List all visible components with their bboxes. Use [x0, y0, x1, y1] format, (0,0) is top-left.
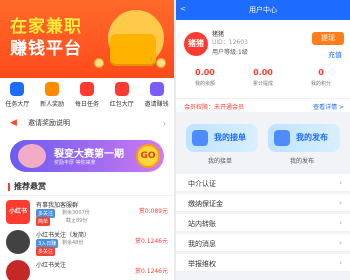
chevron-right-icon: › [162, 119, 166, 128]
menu-row[interactable]: 缴纳保证金 › [176, 194, 350, 212]
speaker-icon: ◀ [10, 118, 17, 128]
user-level: 用户等级:1级 [212, 49, 248, 56]
my-posts-card[interactable]: 我的发布 [268, 124, 340, 152]
nav-redpacket-hall[interactable]: 红包大厅 [107, 82, 137, 110]
chevron-right-icon: › [338, 178, 342, 187]
membership-status: 会员权限：未开通会员 [184, 104, 245, 111]
stat-value: 0 [318, 68, 324, 77]
nav-newbie-reward[interactable]: 新人奖励 [37, 82, 67, 110]
nav-label: 红包大厅 [109, 101, 134, 108]
red-packet-icon [114, 82, 129, 96]
orders-icon [192, 130, 208, 146]
task-price: 赏0.1246元 [135, 268, 168, 275]
menu-label: 站内转账 [188, 220, 216, 228]
task-hall-icon [10, 82, 25, 96]
avatar[interactable]: 猪猪 [184, 32, 208, 56]
gift-icon [45, 82, 60, 96]
menu-label: 中介认证 [188, 180, 216, 188]
task-price: 赏0.089元 [138, 208, 168, 215]
menu-row[interactable]: 中介认证 › [176, 174, 350, 192]
task-item[interactable]: 小红书关注（发简） 3入日赚 剩余48份 多关注 赏0.1246元 [0, 228, 174, 256]
task-price: 赏0.1246元 [135, 238, 168, 245]
banner-box-decoration [110, 34, 156, 64]
nav-daily-task[interactable]: 每日任务 [72, 82, 102, 110]
nav-label: 任务大厅 [5, 101, 30, 108]
promo-banner[interactable]: 裂变大赛第一期 奖励丰厚 等你来拿 GO [10, 140, 164, 172]
task-avatar [6, 260, 30, 280]
calendar-icon [79, 82, 94, 96]
task-meta: 截止89份 [66, 218, 88, 224]
top-bar: < 用户中心 [176, 0, 350, 20]
stats-row: 0.00 我的余额 0.00 累计提成 0 我的积分 [176, 68, 350, 98]
task-thumbnail: 小红书 [6, 200, 30, 224]
profile-card: 猪猪 猪猪 UID：12603 用户等级:1级 提现 充值 0.00 我的余额 0… [176, 20, 350, 98]
nav-invite-earn[interactable]: 邀请赚钱 [142, 82, 172, 110]
menu-label: 举报维权 [188, 260, 216, 268]
stat-value: 0.00 [195, 68, 215, 77]
stat-value: 0.00 [253, 68, 273, 77]
chevron-right-icon: › [338, 198, 342, 207]
menu-label: 缴纳保证金 [188, 200, 223, 208]
menu-row[interactable]: 站内转账 › [176, 214, 350, 232]
user-center-panel: < 用户中心 猪猪 猪猪 UID：12603 用户等级:1级 提现 充值 0.0… [176, 0, 350, 280]
menu-row[interactable]: 我的消息 › [176, 234, 350, 252]
menu-row[interactable]: 举报维权 › [176, 254, 350, 272]
task-title: 小红书关注 [36, 262, 67, 269]
nav-label: 每日任务 [74, 101, 99, 108]
task-tag: 简单 [36, 217, 51, 226]
task-meta: 剩余48份 [62, 240, 84, 246]
task-item[interactable]: 小红书 有事我加客服群 多关注 剩余3007份 简单 截止89份 赏0.089元 [0, 198, 174, 226]
stat-balance[interactable]: 0.00 我的余额 [176, 68, 234, 98]
stat-label: 我的积分 [310, 81, 331, 87]
promo-subtitle: 奖励丰厚 等你来拿 [54, 160, 96, 166]
task-title: 有事我加客服群 [36, 202, 79, 209]
section-title: 推荐悬赏 [0, 178, 174, 196]
piggy-icon [18, 144, 46, 168]
hero-banner[interactable]: 在家兼职 赚钱平台 [0, 0, 174, 78]
user-id: UID：12603 [212, 39, 248, 46]
my-orders-card[interactable]: 我的接单 [186, 124, 258, 152]
post-icon [274, 130, 290, 146]
coin-icon [156, 58, 166, 68]
stat-label: 我的余额 [194, 81, 215, 87]
notice-bar[interactable]: ◀ 邀请奖励说明 › [0, 112, 174, 134]
stat-commission[interactable]: 0.00 累计提成 [234, 68, 292, 98]
chevron-right-icon: › [338, 238, 342, 247]
menu-label: 我的消息 [188, 240, 216, 248]
card-caption: 我的接单 [208, 158, 233, 165]
task-tag: 多关注 [36, 247, 56, 256]
quick-nav: 任务大厅 新人奖励 每日任务 红包大厅 邀请赚钱 [0, 82, 174, 110]
nav-label: 新人奖励 [40, 101, 65, 108]
invite-icon [149, 82, 164, 96]
chevron-right-icon: › [338, 218, 342, 227]
screen: 在家兼职 赚钱平台 任务大厅 新人奖励 每日任务 红包大厅 邀请赚钱 ◀ 邀请奖… [0, 0, 350, 280]
task-item[interactable]: 小红书关注 赏0.1246元 [0, 258, 174, 280]
stat-label: 累计提成 [252, 81, 273, 87]
stat-points[interactable]: 0 我的积分 [292, 68, 350, 98]
promo-go-button[interactable]: GO [136, 144, 160, 168]
card-title: 我的接单 [214, 133, 246, 142]
nav-task-hall[interactable]: 任务大厅 [2, 82, 32, 110]
task-meta: 剩余3007份 [62, 210, 90, 216]
recharge-link[interactable]: 充值 [328, 50, 342, 60]
membership-details-link[interactable]: 查看详情 > [313, 102, 344, 111]
withdraw-button[interactable]: 提现 [312, 32, 344, 45]
card-title: 我的发布 [296, 133, 328, 142]
nav-label: 邀请赚钱 [144, 101, 169, 108]
task-title: 小红书关注（发简） [36, 232, 91, 239]
page-title: 用户中心 [249, 6, 277, 14]
membership-bar[interactable]: 会员权限：未开通会员 查看详情 > [176, 98, 350, 112]
task-home-panel: 在家兼职 赚钱平台 任务大厅 新人奖励 每日任务 红包大厅 邀请赚钱 ◀ 邀请奖… [0, 0, 174, 280]
notice-text: 邀请奖励说明 [28, 119, 70, 127]
chevron-right-icon: › [338, 258, 342, 267]
banner-title-line2: 赚钱平台 [10, 39, 82, 59]
coin-icon [94, 58, 104, 68]
task-avatar [6, 230, 30, 254]
promo-title: 裂变大赛第一期 [54, 149, 124, 160]
card-caption: 我的发布 [290, 158, 315, 165]
